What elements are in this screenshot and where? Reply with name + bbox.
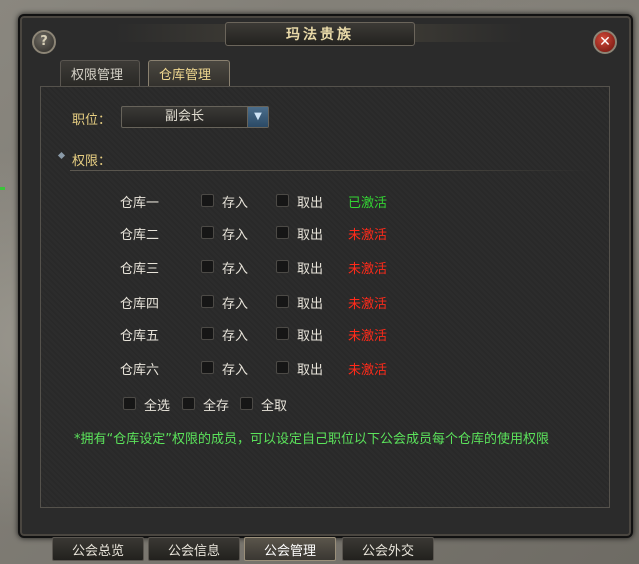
warehouse-status: 未激活 [348,363,388,378]
tab-label: 公会外交 [361,543,414,559]
deposit-checkbox[interactable] [201,260,214,273]
withdraw-label: 取出 [297,196,324,211]
withdraw-label: 取出 [297,262,324,277]
tab-guild-overview[interactable]: 公会总览 [52,537,144,561]
deposit-checkbox[interactable] [201,361,214,374]
warehouse-status: 已激活 [348,196,388,211]
select-all-checkbox[interactable] [123,397,136,410]
scene-marker [0,187,5,190]
withdraw-all-label: 全取 [261,399,288,414]
withdraw-label: 取出 [297,329,324,344]
warehouse-status: 未激活 [348,297,388,312]
deposit-all-label: 全存 [203,399,230,414]
tab-label: 仓库管理 [159,68,212,83]
withdraw-checkbox[interactable] [276,361,289,374]
withdraw-checkbox[interactable] [276,295,289,308]
withdraw-checkbox[interactable] [276,260,289,273]
deposit-label: 存入 [222,196,249,211]
warehouse-name: 仓库六 [120,363,160,378]
deposit-checkbox[interactable] [201,226,214,239]
deposit-label: 存入 [222,363,249,378]
withdraw-label: 取出 [297,363,324,378]
warehouse-name: 仓库四 [120,297,160,312]
position-dropdown[interactable]: 副会长 ▼ [121,106,269,128]
help-icon[interactable]: ? [32,30,56,54]
permission-note: *拥有“仓库设定”权限的成员，可以设定自己职位以下公会成员每个仓库的使用权限 [74,432,549,447]
withdraw-checkbox[interactable] [276,327,289,340]
tab-warehouse-management[interactable]: 仓库管理 [148,60,230,86]
tab-label: 权限管理 [71,68,124,83]
permissions-label: 权限： [72,154,112,169]
title-ornament-right [413,24,523,42]
tab-guild-diplomacy[interactable]: 公会外交 [342,537,434,561]
withdraw-label: 取出 [297,297,324,312]
title-ornament-left [115,24,225,42]
withdraw-checkbox[interactable] [276,194,289,207]
tab-guild-info[interactable]: 公会信息 [148,537,240,561]
section-divider [70,170,590,171]
window-title: 玛法贵族 [286,27,354,43]
close-icon[interactable]: ✕ [593,30,617,54]
warehouse-name: 仓库一 [120,196,160,211]
window-title-plate: 玛法贵族 [225,22,415,46]
chevron-down-icon[interactable]: ▼ [247,107,268,127]
select-all-label: 全选 [144,399,171,414]
deposit-checkbox[interactable] [201,295,214,308]
deposit-label: 存入 [222,228,249,243]
tab-label: 公会管理 [263,543,316,559]
warehouse-status: 未激活 [348,228,388,243]
tab-permission-management[interactable]: 权限管理 [60,60,140,86]
deposit-checkbox[interactable] [201,327,214,340]
deposit-label: 存入 [222,329,249,344]
deposit-label: 存入 [222,297,249,312]
position-label: 职位： [72,113,112,128]
withdraw-label: 取出 [297,228,324,243]
withdraw-all-checkbox[interactable] [240,397,253,410]
tab-label: 公会总览 [71,543,124,559]
deposit-label: 存入 [222,262,249,277]
tab-guild-management[interactable]: 公会管理 [244,537,336,561]
warehouse-status: 未激活 [348,329,388,344]
withdraw-checkbox[interactable] [276,226,289,239]
warehouse-status: 未激活 [348,262,388,277]
deposit-all-checkbox[interactable] [182,397,195,410]
tab-label: 公会信息 [167,543,220,559]
warehouse-name: 仓库二 [120,228,160,243]
position-selected-value: 副会长 [164,109,204,124]
warehouse-name: 仓库五 [120,329,160,344]
deposit-checkbox[interactable] [201,194,214,207]
warehouse-name: 仓库三 [120,262,160,277]
